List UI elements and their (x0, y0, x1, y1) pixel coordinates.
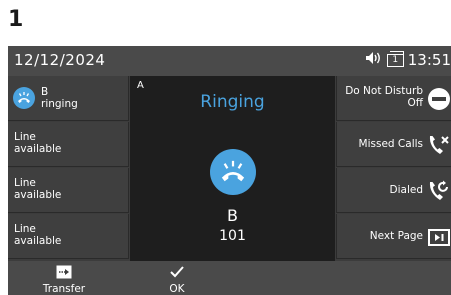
status-bar: 12/12/2024 1 13:51 (8, 46, 451, 76)
step-number: 1 (8, 7, 24, 32)
transfer-softkey[interactable]: Transfer (24, 261, 104, 295)
line-key-call-b[interactable]: B ringing (8, 76, 129, 121)
line-key-label: Line (14, 131, 36, 143)
status-time: 13:51 (407, 51, 451, 69)
dnd-status: Off (407, 97, 424, 109)
caller-name: B (227, 206, 238, 225)
dnd-label: Do Not Disturb (345, 85, 423, 97)
line-key-4[interactable]: Line available (8, 214, 129, 259)
line-key-status: available (14, 143, 62, 155)
softkey-bar: Transfer OK (8, 261, 451, 295)
missed-calls-icon (427, 133, 451, 157)
ringing-handset-icon (210, 149, 256, 195)
ok-label: OK (169, 283, 185, 295)
line-key-status: available (14, 189, 62, 201)
phone-screen: 12/12/2024 1 13:51 B ringing Line availa… (8, 46, 451, 295)
ringing-handset-icon (13, 87, 35, 109)
line-key-label: Line (14, 177, 36, 189)
next-page-key[interactable]: Next Page (336, 214, 451, 259)
next-page-label: Next Page (369, 230, 423, 242)
call-name: B (41, 86, 49, 98)
status-date: 12/12/2024 (14, 51, 106, 69)
line-key-label: Line (14, 223, 36, 235)
line-key-3[interactable]: Line available (8, 168, 129, 213)
line-key-status: available (14, 235, 62, 247)
dialed-calls-key[interactable]: Dialed (336, 168, 451, 213)
do-not-disturb-icon (427, 87, 451, 111)
panel-tag: A (137, 80, 144, 91)
transfer-icon (56, 264, 72, 279)
line-keys: B ringing Line available Line available … (8, 76, 129, 261)
speaker-volume-icon (365, 51, 383, 69)
status-indicators: 1 13:51 (365, 50, 451, 69)
transfer-label: Transfer (42, 283, 86, 295)
missed-calls-key[interactable]: Missed Calls (336, 122, 451, 167)
dialed-label: Dialed (389, 184, 423, 196)
caller-number: 101 (219, 228, 246, 244)
line-indicator-icon: 1 (386, 50, 404, 67)
line-key-2[interactable]: Line available (8, 122, 129, 167)
next-page-icon (427, 225, 451, 249)
checkmark-icon (169, 264, 185, 278)
missed-calls-label: Missed Calls (358, 138, 423, 150)
call-state: ringing (41, 98, 78, 110)
call-status-title: Ringing (200, 92, 265, 112)
dialed-calls-icon (427, 179, 451, 203)
call-panel: A Ringing B 101 (130, 76, 335, 261)
ok-softkey[interactable]: OK (137, 261, 217, 295)
do-not-disturb-key[interactable]: Do Not Disturb Off (336, 76, 451, 121)
feature-keys: Do Not Disturb Off Missed Calls Dialed N… (336, 76, 451, 261)
